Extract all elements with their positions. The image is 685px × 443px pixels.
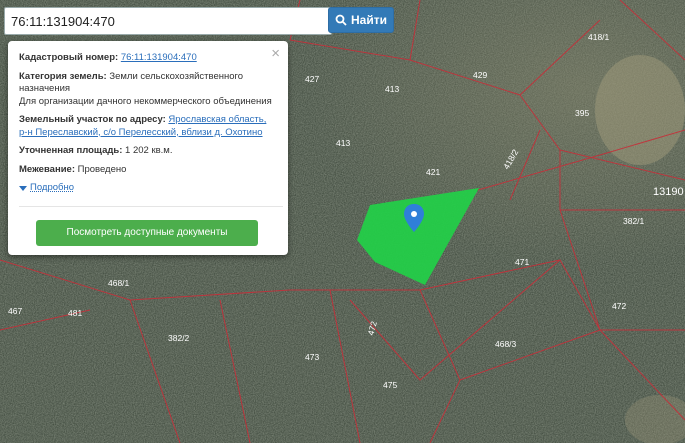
close-icon[interactable]: × — [271, 46, 280, 61]
parcel-label: 13190 — [653, 186, 684, 198]
parcel-label: 467 — [8, 306, 22, 316]
parcel-label: 468/3 — [495, 339, 517, 349]
search-button-label: Найти — [351, 13, 387, 27]
category-row: Категория земель: Земли сельскохозяйстве… — [19, 71, 276, 109]
parcel-label: 382/2 — [168, 333, 190, 343]
parcel-label: 395 — [575, 108, 589, 118]
search-input[interactable] — [4, 7, 332, 35]
divider — [19, 205, 283, 207]
area-value: 1 202 кв.м. — [125, 145, 173, 156]
parcel-label: 418/1 — [588, 32, 610, 42]
parcel-label: 382/1 — [623, 216, 645, 226]
cadastral-row: Кадастровый номер: 76:11:131904:470 — [19, 52, 276, 65]
details-toggle[interactable]: Подробно — [19, 182, 276, 195]
parcel-label: 473 — [305, 352, 319, 362]
parcel-label: 429 — [473, 70, 487, 80]
parcel-label: 427 — [305, 74, 319, 84]
survey-label: Межевание: — [19, 163, 75, 175]
survey-row: Межевание: Проведено — [19, 164, 276, 177]
parcel-label: 475 — [383, 380, 397, 390]
search-button[interactable]: Найти — [328, 7, 394, 33]
cadastral-label: Кадастровый номер: — [19, 52, 119, 63]
parcel-label: 413 — [336, 138, 350, 148]
survey-value: Проведено — [77, 163, 127, 175]
parcel-label: 481 — [68, 308, 82, 318]
search-icon — [335, 14, 347, 26]
parcel-info-popup: × Кадастровый номер: 76:11:131904:470 Ка… — [8, 41, 288, 255]
chevron-down-icon — [19, 185, 27, 191]
address-link-line2[interactable]: р-н Переславский, с/о Перелесский, вблиз… — [19, 127, 263, 138]
address-row: Земельный участок по адресу: Ярославская… — [19, 114, 276, 139]
parcel-label: 421 — [426, 167, 440, 177]
details-toggle-label: Подробно — [30, 182, 74, 193]
address-link-line1[interactable]: Ярославская область, — [168, 114, 266, 125]
area-row: Уточненная площадь: 1 202 кв.м. — [19, 145, 276, 158]
parcel-label: 413 — [385, 84, 399, 94]
cadastral-link[interactable]: 76:11:131904:470 — [121, 52, 197, 63]
parcel-label: 471 — [515, 257, 529, 267]
category-use: Для организации дачного некоммерческого … — [19, 95, 272, 107]
view-documents-button[interactable]: Посмотреть доступные документы — [36, 220, 258, 246]
parcel-label: 472 — [612, 301, 626, 311]
address-label: Земельный участок по адресу: — [19, 114, 166, 125]
area-label: Уточненная площадь: — [19, 145, 123, 156]
parcel-label: 468/1 — [108, 278, 130, 288]
category-label: Категория земель: — [19, 70, 107, 82]
